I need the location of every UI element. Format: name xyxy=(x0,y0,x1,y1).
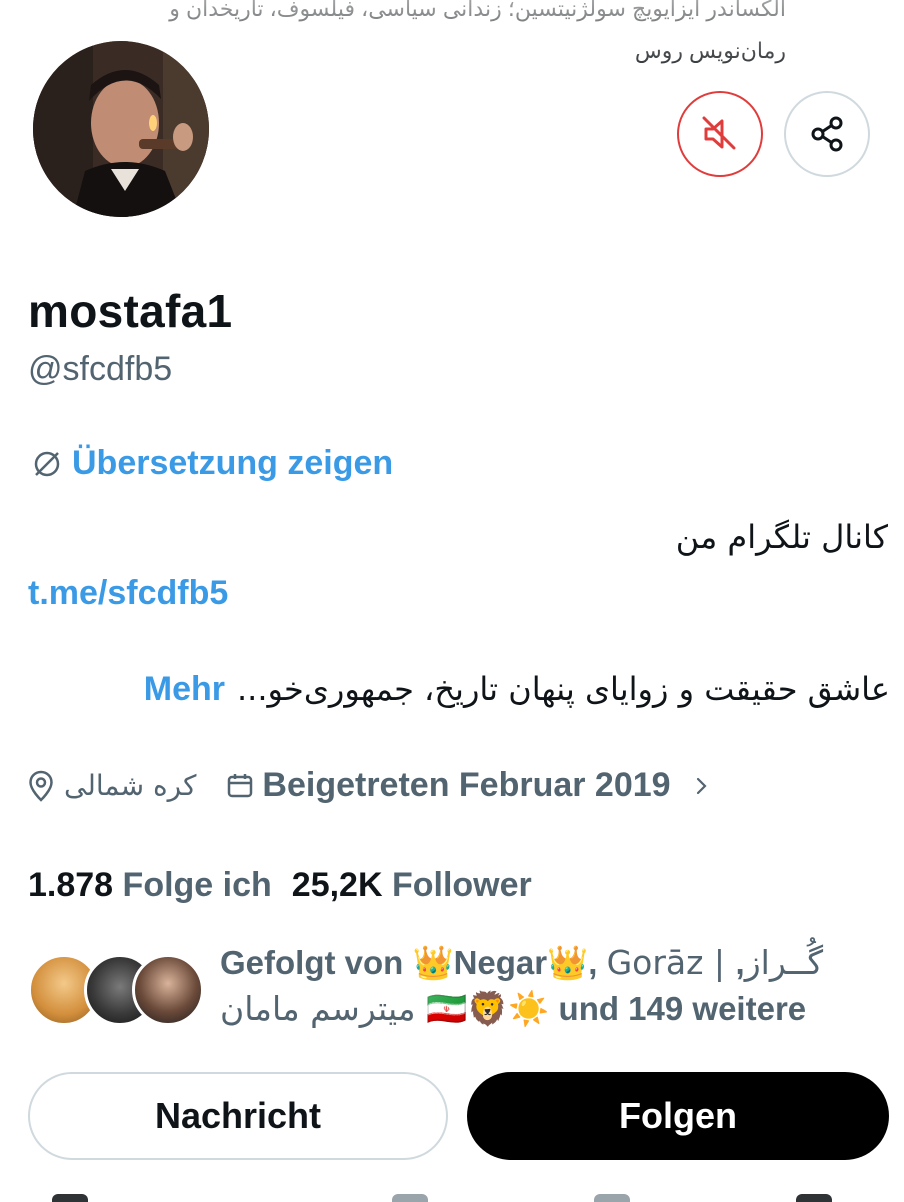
mutual-avatar-3 xyxy=(132,954,204,1026)
following-count: 1.878 xyxy=(28,866,114,904)
previous-profile-bio-text: الکساندر ایزایویچ سولژنیتسین؛ زندانی سیا… xyxy=(169,0,786,63)
mutual-name-3: میترسم مامان 🇮🇷🦁☀️ xyxy=(220,989,550,1028)
followers-stat[interactable]: 25,2K Follower xyxy=(292,866,542,905)
share-button[interactable] xyxy=(784,91,870,177)
mutual-followers-avatars[interactable] xyxy=(28,954,204,1030)
tab-peek-2 xyxy=(392,1194,428,1202)
chevron-right-icon xyxy=(696,777,707,794)
bio-line-2-text: عاشق حقیقت و زوایای پنهان تاریخ، جمهوری‌… xyxy=(236,670,890,708)
bio-link[interactable]: t.me/sfcdfb5 xyxy=(28,574,228,613)
show-translation-link[interactable]: Übersetzung zeigen xyxy=(30,444,393,483)
tab-peek-1 xyxy=(52,1194,88,1202)
location-text: کره شمالی xyxy=(64,769,197,802)
profile-avatar[interactable] xyxy=(30,38,212,220)
bio-line-1: کانال تلگرام من xyxy=(675,518,888,556)
separator-2: , xyxy=(735,944,745,981)
followers-label: Follower xyxy=(391,866,532,904)
following-stat[interactable]: 1.878 Folge ich xyxy=(28,866,282,905)
followed-by-text[interactable]: Gefolgt von 👑Negar👑, Gorāz | گُــراز, می… xyxy=(220,940,880,1032)
follow-stats: 1.878 Folge ich 25,2K Follower xyxy=(28,866,542,905)
followed-by-prefix: Gefolgt von xyxy=(220,944,413,981)
translate-label: Übersetzung zeigen xyxy=(72,444,394,482)
calendar-icon xyxy=(228,773,253,797)
follow-button[interactable]: Folgen xyxy=(467,1072,889,1160)
avatar-image xyxy=(33,41,209,217)
joined-date[interactable]: Beigetreten Februar 2019 xyxy=(226,766,712,805)
message-button[interactable]: Nachricht xyxy=(28,1072,448,1160)
more-link[interactable]: Mehr xyxy=(144,670,225,709)
display-name: mostafa1 xyxy=(28,285,233,337)
joined-text: Beigetreten Februar 2019 xyxy=(262,766,671,804)
location-pin-icon xyxy=(29,770,53,802)
followed-by-suffix: und 149 weitere xyxy=(549,990,807,1027)
separator-1: , xyxy=(588,944,607,981)
tab-peek-3 xyxy=(594,1194,630,1202)
user-handle: @sfcdfb5 xyxy=(28,350,173,388)
share-icon xyxy=(811,116,843,152)
speaker-muted-icon xyxy=(702,116,736,150)
location: کره شمالی xyxy=(28,769,196,802)
mutual-name-1: 👑Negar👑 xyxy=(412,944,589,981)
bio-line-2: عاشق حقیقت و زوایای پنهان تاریخ، جمهوری‌… xyxy=(144,670,890,709)
following-label: Folge ich xyxy=(122,866,272,904)
translate-icon xyxy=(34,451,60,476)
followers-count: 25,2K xyxy=(291,866,383,904)
tab-bar-peek xyxy=(0,1190,904,1202)
tab-peek-4 xyxy=(796,1194,832,1202)
mute-button[interactable] xyxy=(677,91,763,177)
mutual-name-2: Gorāz | گُــراز xyxy=(606,943,824,982)
profile-meta-row: کره شمالی Beigetreten Februar 2019 xyxy=(28,766,713,805)
